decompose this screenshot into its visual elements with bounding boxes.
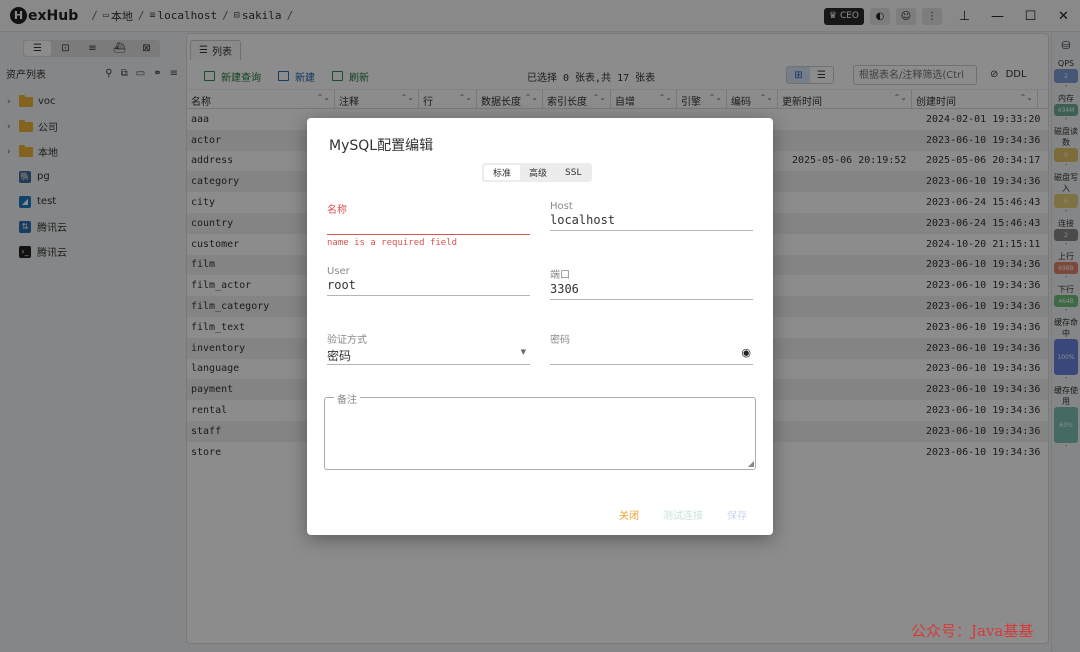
name-field[interactable]: 名称 xyxy=(327,201,530,235)
auth-method-select[interactable]: 验证方式 密码 ▼ xyxy=(327,331,530,365)
auth-value[interactable]: 密码 xyxy=(327,347,530,363)
name-error: name is a required field xyxy=(327,238,458,248)
host-label: Host xyxy=(550,201,573,212)
eye-icon[interactable]: ◉ xyxy=(741,346,751,359)
user-label: User xyxy=(327,266,350,277)
name-value[interactable] xyxy=(327,217,530,233)
tab-ssl[interactable]: SSL xyxy=(556,165,590,180)
dialog-title: MySQL配置编辑 xyxy=(329,138,434,154)
tab-standard[interactable]: 标准 xyxy=(484,165,521,180)
host-field[interactable]: Host localhost xyxy=(550,201,753,231)
watermark: 公众号：Java基基 xyxy=(911,622,1034,640)
test-connection-button[interactable]: 测试连接 xyxy=(663,507,703,522)
host-value[interactable]: localhost xyxy=(550,213,753,229)
notes-textarea[interactable]: 备注 ◢ xyxy=(324,391,756,470)
tab-advanced[interactable]: 高级 xyxy=(520,165,556,180)
port-field[interactable]: 端口 3306 xyxy=(550,266,753,300)
auth-label: 验证方式 xyxy=(327,335,367,346)
close-button[interactable]: 关闭 xyxy=(619,507,639,522)
save-button[interactable]: 保存 xyxy=(727,507,747,522)
user-value[interactable]: root xyxy=(327,278,530,294)
notes-label: 备注 xyxy=(334,391,360,406)
resize-handle-icon[interactable]: ◢ xyxy=(748,459,754,468)
dialog-footer: 关闭 测试连接 保存 xyxy=(595,507,747,522)
port-label: 端口 xyxy=(550,270,570,281)
password-label: 密码 xyxy=(550,335,570,346)
password-field[interactable]: 密码 ◉ xyxy=(550,331,753,365)
mysql-config-dialog: MySQL配置编辑 标准 高级 SSL 名称 name is a require… xyxy=(307,118,773,535)
dropdown-arrow-icon[interactable]: ▼ xyxy=(521,348,526,356)
password-value[interactable] xyxy=(550,347,753,363)
user-field[interactable]: User root xyxy=(327,266,530,296)
config-tabs: 标准 高级 SSL xyxy=(482,163,593,182)
port-value[interactable]: 3306 xyxy=(550,282,753,298)
name-label: 名称 xyxy=(327,205,347,216)
